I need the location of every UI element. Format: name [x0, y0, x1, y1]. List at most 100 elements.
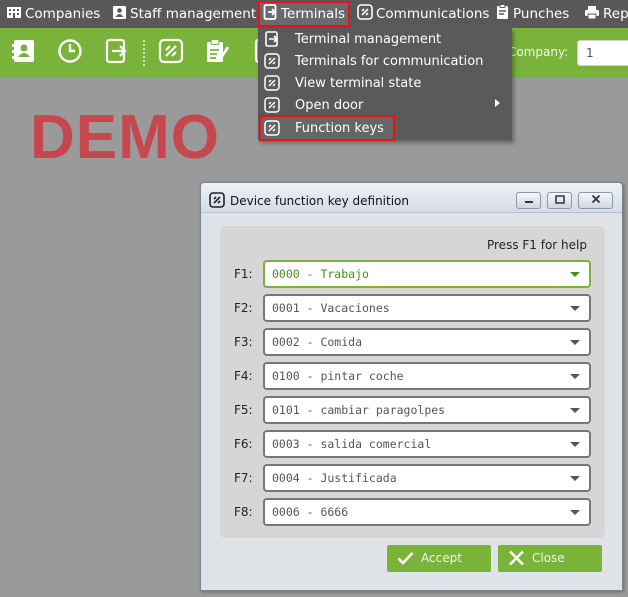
chevron-down-icon: [570, 510, 580, 515]
select-value: 0002 - Comida: [272, 335, 363, 349]
link-icon: [264, 97, 280, 117]
toolbar-contacts-button[interactable]: [11, 40, 37, 66]
dropdown-item-label: View terminal state: [295, 75, 422, 91]
dropdown-item-function-keys[interactable]: Function keys: [259, 115, 395, 141]
id-card-icon: [112, 5, 127, 24]
menu-communications[interactable]: Communications: [357, 0, 489, 28]
function-key-dialog: Device function key definition Press F1 …: [200, 182, 623, 591]
accept-label: Accept: [421, 551, 462, 565]
chevron-down-icon: [570, 476, 580, 481]
function-key-label: F8:: [234, 505, 253, 519]
toolbar-separator: [143, 40, 145, 66]
clipboard-icon: [204, 38, 230, 68]
function-key-select-f7[interactable]: 0004 - Justificada: [263, 464, 591, 492]
function-key-select-f8[interactable]: 0006 - 6666: [263, 498, 591, 526]
dropdown-item-label: Function keys: [295, 120, 384, 136]
contacts-icon: [11, 38, 37, 68]
function-key-select-f4[interactable]: 0100 - pintar coche: [263, 362, 591, 390]
maximize-icon: [554, 193, 565, 208]
chevron-down-icon: [570, 442, 580, 447]
menu-staff-management[interactable]: Staff management: [112, 0, 256, 28]
clipboard-icon: [495, 4, 510, 24]
menu-terminals[interactable]: Terminals: [258, 1, 351, 27]
menu-reports-label: Repo: [603, 6, 628, 22]
minimize-icon: [524, 193, 534, 208]
link-icon: [264, 120, 280, 140]
printer-icon: [584, 5, 600, 24]
toolbar-punches-button[interactable]: [204, 38, 230, 68]
submenu-arrow-icon: [495, 99, 500, 107]
function-key-row: F8: 0006 - 6666: [220, 498, 605, 526]
function-key-row: F1: 0000 - Trabajo: [220, 260, 605, 288]
chevron-down-icon: [570, 374, 580, 379]
dropdown-item-label: Terminal management: [295, 31, 442, 47]
menu-companies-label: Companies: [25, 6, 101, 22]
maximize-button[interactable]: [547, 192, 572, 209]
function-key-select-f1[interactable]: 0000 - Trabajo: [263, 260, 591, 288]
function-key-label: F4:: [234, 369, 253, 383]
select-value: 0006 - 6666: [272, 505, 349, 519]
link-icon: [158, 38, 184, 68]
dropdown-item-label: Terminals for communication: [295, 53, 484, 69]
company-input[interactable]: [577, 40, 628, 66]
select-value: 0003 - salida comercial: [272, 437, 432, 451]
menu-companies[interactable]: Companies: [6, 0, 100, 28]
select-value: 0100 - pintar coche: [272, 369, 404, 383]
function-key-label: F7:: [234, 471, 253, 485]
dialog-titlebar[interactable]: Device function key definition: [201, 183, 622, 213]
function-key-row: F4: 0100 - pintar coche: [220, 362, 605, 390]
function-key-select-f3[interactable]: 0002 - Comida: [263, 328, 591, 356]
clock-icon: [57, 38, 83, 68]
chevron-down-icon: [570, 306, 580, 311]
function-key-label: F6:: [234, 437, 253, 451]
menu-punches[interactable]: Punches: [495, 0, 569, 28]
menu-reports[interactable]: Repo: [584, 0, 628, 28]
dropdown-item-terminals-for-communication[interactable]: Terminals for communication: [258, 50, 512, 72]
function-key-row: F6: 0003 - salida comercial: [220, 430, 605, 458]
close-icon: [508, 550, 525, 569]
dropdown-item-label: Open door: [295, 97, 364, 113]
menu-staff-management-label: Staff management: [130, 6, 257, 22]
function-key-select-f5[interactable]: 0101 - cambiar paragolpes: [263, 396, 591, 424]
menu-punches-label: Punches: [513, 6, 570, 22]
help-hint: Press F1 for help: [486, 238, 587, 252]
chevron-down-icon: [570, 272, 580, 277]
dropdown-item-open-door[interactable]: Open door: [258, 94, 512, 116]
top-menu-bar: Companies Staff management Terminals Com…: [0, 0, 628, 28]
demo-watermark: DEMO: [30, 103, 220, 172]
terminals-dropdown-menu: Terminal management Terminals for commun…: [258, 28, 512, 141]
toolbar-terminal-button[interactable]: [103, 38, 129, 66]
chevron-down-icon: [570, 408, 580, 413]
select-value: 0000 - Trabajo: [272, 267, 369, 281]
link-icon: [264, 75, 280, 95]
accept-button[interactable]: Accept: [387, 545, 491, 572]
function-key-label: F3:: [234, 335, 253, 349]
link-icon: [357, 4, 373, 24]
function-key-label: F5:: [234, 403, 253, 417]
close-label: Close: [532, 551, 565, 565]
dropdown-item-terminal-management[interactable]: Terminal management: [258, 28, 512, 50]
link-icon: [264, 53, 280, 73]
function-key-select-f6[interactable]: 0003 - salida comercial: [263, 430, 591, 458]
dropdown-item-view-terminal-state[interactable]: View terminal state: [258, 72, 512, 94]
terminal-icon: [264, 31, 280, 51]
link-icon: [209, 192, 225, 212]
select-value: 0101 - cambiar paragolpes: [272, 403, 446, 417]
function-key-row: F3: 0002 - Comida: [220, 328, 605, 356]
function-keys-panel: Press F1 for help F1: 0000 - Trabajo F2:…: [220, 226, 605, 538]
close-window-button[interactable]: [578, 192, 613, 209]
company-label: Company:: [508, 45, 569, 59]
function-key-select-f2[interactable]: 0001 - Vacaciones: [263, 294, 591, 322]
building-icon: [6, 5, 22, 23]
toolbar-clock-button[interactable]: [57, 38, 83, 68]
function-key-label: F1:: [234, 267, 253, 281]
function-key-row: F2: 0001 - Vacaciones: [220, 294, 605, 322]
terminal-icon: [263, 4, 278, 24]
check-icon: [397, 550, 414, 569]
minimize-button[interactable]: [516, 192, 541, 209]
function-key-label: F2:: [234, 301, 253, 315]
dialog-title: Device function key definition: [230, 194, 409, 208]
close-button[interactable]: Close: [498, 545, 602, 572]
toolbar-communications-button[interactable]: [158, 38, 184, 68]
chevron-down-icon: [570, 340, 580, 345]
